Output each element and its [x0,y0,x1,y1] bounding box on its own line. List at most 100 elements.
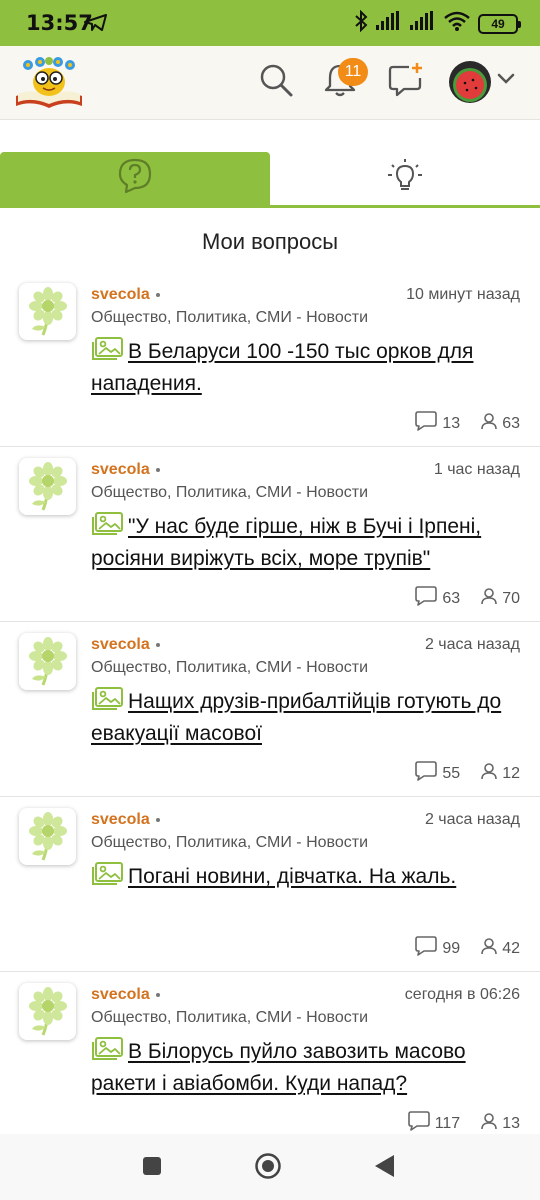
question-time: 1 час назад [433,461,520,478]
followers-count: 63 [480,412,520,435]
comments-count: 99 [414,935,460,962]
author-avatar[interactable] [19,808,76,865]
online-dot [155,817,160,822]
question-item[interactable]: svecola 2 часа назад Общество, Политика,… [0,797,540,972]
search-icon [258,62,294,103]
author-name[interactable]: svecola [91,461,150,478]
question-title[interactable]: Нащих друзів-прибалтійців готують до ева… [91,690,501,745]
comments-value: 117 [434,1114,461,1132]
app-header: 11 [0,46,540,120]
system-nav-bar [0,1134,540,1200]
image-attachment-icon [91,512,124,536]
followers-value: 70 [502,589,520,607]
followers-count: 12 [480,762,520,785]
followers-count: 13 [480,1112,520,1135]
comments-value: 99 [442,939,461,957]
question-item[interactable]: svecola 2 часа назад Общество, Политика,… [0,622,540,797]
comments-value: 63 [442,589,461,607]
question-item[interactable]: svecola сегодня в 06:26 Общество, Полити… [0,972,540,1147]
question-time: 2 часа назад [424,636,520,653]
question-stats: 117 13 [387,1110,520,1137]
question-item[interactable]: svecola 1 час назад Общество, Политика, … [0,447,540,622]
question-time: 2 часа назад [424,811,520,828]
battery-icon: 49 [478,13,521,34]
question-title-link[interactable]: Нащих друзів-прибалтійців готують до ева… [91,686,511,750]
comments-value: 13 [442,414,461,432]
comment-icon [414,410,438,437]
new-question-icon [387,62,425,103]
question-category[interactable]: Общество, Политика, СМИ - Новости [91,309,368,327]
notifications-button[interactable]: 11 [318,58,368,104]
author-avatar[interactable] [19,633,76,690]
app-logo[interactable] [14,56,84,110]
signal-icon [410,11,436,36]
comments-count: 63 [414,585,460,612]
question-title[interactable]: Погані новини, дівчатка. На жаль. [128,865,456,888]
followers-count: 70 [480,587,520,610]
question-time: сегодня в 06:26 [404,986,520,1003]
comments-count: 55 [414,760,460,787]
question-category[interactable]: Общество, Политика, СМИ - Новости [91,1009,368,1027]
question-title[interactable]: "У нас буде гірше, ніж в Бучі і Ірпені, … [91,515,481,570]
question-category[interactable]: Общество, Политика, СМИ - Новости [91,484,368,502]
question-title-link[interactable]: "У нас буде гірше, ніж в Бучі і Ірпені, … [91,511,511,575]
bluetooth-icon [354,9,368,37]
comment-icon [414,760,438,787]
ask-question-button[interactable] [384,60,428,104]
author-name[interactable]: svecola [91,286,150,303]
followers-value: 63 [502,414,520,432]
followers-value: 13 [502,1114,520,1132]
recents-square-icon[interactable] [142,1156,162,1181]
author-avatar[interactable] [19,983,76,1040]
online-dot [155,292,160,297]
question-title-link[interactable]: В Білорусь пуйло завозить масово ракети … [91,1036,511,1100]
questions-list: svecola 10 минут назад Общество, Политик… [0,272,540,1147]
followers-value: 12 [502,764,520,782]
author-name[interactable]: svecola [91,811,150,828]
question-title[interactable]: В Беларуси 100 -150 тыс орков для нападе… [91,340,473,395]
search-button[interactable] [254,60,298,104]
question-stats: 99 42 [394,935,520,962]
question-category[interactable]: Общество, Политика, СМИ - Новости [91,834,368,852]
image-attachment-icon [91,337,124,361]
notification-badge: 11 [338,58,368,86]
image-attachment-icon [91,862,124,886]
author-avatar[interactable] [19,283,76,340]
status-right-icons: 49 [354,9,521,37]
chevron-down-icon[interactable] [496,72,516,91]
question-title[interactable]: В Білорусь пуйло завозить масово ракети … [91,1040,466,1095]
question-stats: 63 70 [394,585,520,612]
author-avatar[interactable] [19,458,76,515]
online-dot [155,467,160,472]
question-title-link[interactable]: В Беларуси 100 -150 тыс орков для нападе… [91,336,511,400]
question-stats: 13 63 [394,410,520,437]
comments-count: 117 [407,1110,461,1137]
question-title-link[interactable]: Погані новини, дівчатка. На жаль. [91,861,511,893]
question-icon [116,157,154,200]
tab-questions[interactable] [0,152,270,205]
comments-value: 55 [442,764,461,782]
telegram-icon [84,14,116,37]
back-triangle-icon[interactable] [373,1154,395,1183]
comments-count: 13 [414,410,460,437]
author-name[interactable]: svecola [91,636,150,653]
image-attachment-icon [91,1037,124,1061]
tab-ideas[interactable] [270,152,540,205]
comment-icon [414,935,438,962]
wifi-icon [444,11,470,36]
question-item[interactable]: svecola 10 минут назад Общество, Политик… [0,272,540,447]
lightbulb-icon [386,157,424,200]
person-icon [480,762,498,785]
signal-icon [376,11,402,36]
question-category[interactable]: Общество, Политика, СМИ - Новости [91,659,368,677]
person-icon [480,937,498,960]
person-icon [480,1112,498,1135]
author-name[interactable]: svecola [91,986,150,1003]
status-time: 13:57 [26,11,93,35]
image-attachment-icon [91,687,124,711]
user-avatar[interactable] [449,61,491,103]
person-icon [480,587,498,610]
home-circle-icon[interactable] [254,1152,282,1185]
online-dot [155,642,160,647]
question-time: 10 минут назад [406,286,520,303]
